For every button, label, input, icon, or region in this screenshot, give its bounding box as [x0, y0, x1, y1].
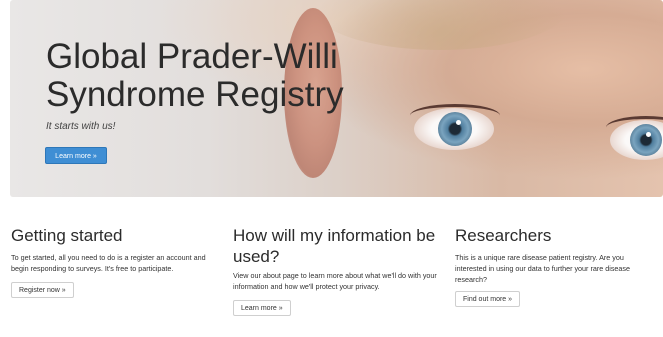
hero-tagline: It starts with us! — [46, 121, 116, 132]
learn-more-button[interactable]: Learn more » — [233, 300, 291, 316]
hero-title: Global Prader-Willi Syndrome Registry — [46, 37, 344, 114]
information-use-text: View our about page to learn more about … — [233, 271, 437, 291]
researchers-column: Researchers This is a unique rare diseas… — [455, 225, 660, 307]
information-use-heading: How will my information be used? — [233, 226, 436, 266]
researchers-heading: Researchers — [455, 226, 552, 245]
page: Global Prader-Willi Syndrome Registry It… — [0, 0, 663, 337]
hero-banner: Global Prader-Willi Syndrome Registry It… — [10, 0, 663, 197]
getting-started-column: Getting started To get started, all you … — [11, 225, 216, 298]
researchers-text: This is a unique rare disease patient re… — [455, 253, 630, 284]
register-now-button[interactable]: Register now » — [11, 282, 74, 298]
hero-photo-iris-right — [630, 124, 662, 156]
getting-started-heading: Getting started — [11, 226, 123, 245]
hero-learn-more-button[interactable]: Learn more » — [45, 147, 107, 164]
find-out-more-button[interactable]: Find out more » — [455, 291, 521, 307]
hero-photo-eye-left — [414, 108, 494, 150]
hero-photo-glint-left — [456, 120, 461, 125]
getting-started-text: To get started, all you need to do is a … — [11, 253, 206, 273]
hero-photo-eye-right — [610, 120, 663, 160]
information-use-column: How will my information be used? View ou… — [233, 225, 443, 316]
hero-photo-iris-left — [438, 112, 472, 146]
hero-photo-glint-right — [646, 132, 651, 137]
